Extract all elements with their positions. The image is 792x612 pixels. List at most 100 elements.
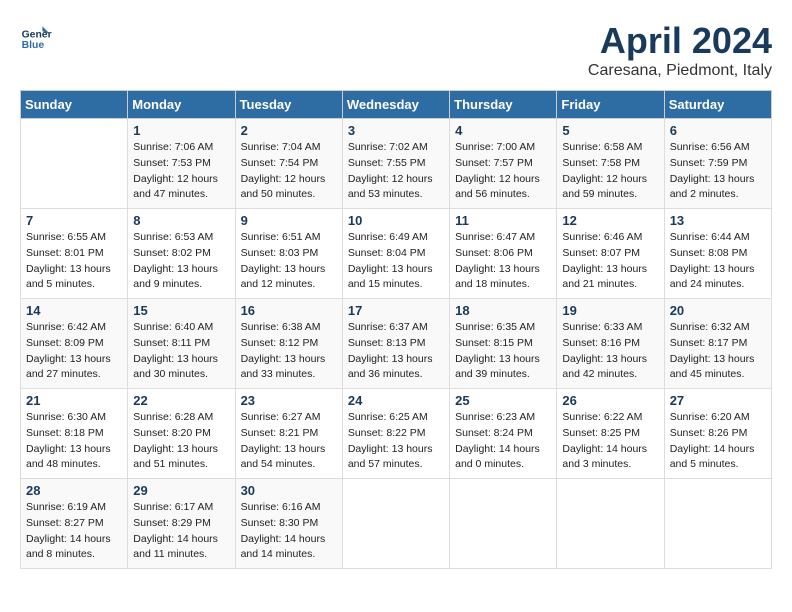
day-number: 18 xyxy=(455,303,551,318)
day-info: Sunrise: 6:32 AMSunset: 8:17 PMDaylight:… xyxy=(670,320,766,383)
day-number: 16 xyxy=(241,303,337,318)
day-number: 27 xyxy=(670,393,766,408)
day-number: 3 xyxy=(348,123,444,138)
svg-text:Blue: Blue xyxy=(22,40,45,51)
day-info: Sunrise: 6:16 AMSunset: 8:30 PMDaylight:… xyxy=(241,500,337,563)
day-info: Sunrise: 6:44 AMSunset: 8:08 PMDaylight:… xyxy=(670,230,766,293)
day-header-friday: Friday xyxy=(557,91,664,119)
day-header-wednesday: Wednesday xyxy=(342,91,449,119)
day-number: 5 xyxy=(562,123,658,138)
day-info: Sunrise: 6:55 AMSunset: 8:01 PMDaylight:… xyxy=(26,230,122,293)
day-info: Sunrise: 6:51 AMSunset: 8:03 PMDaylight:… xyxy=(241,230,337,293)
day-info: Sunrise: 6:58 AMSunset: 7:58 PMDaylight:… xyxy=(562,140,658,203)
calendar-cell: 14 Sunrise: 6:42 AMSunset: 8:09 PMDayligh… xyxy=(21,299,128,389)
logo: General Blue xyxy=(20,20,52,52)
calendar-cell: 18 Sunrise: 6:35 AMSunset: 8:15 PMDayligh… xyxy=(450,299,557,389)
day-info: Sunrise: 6:19 AMSunset: 8:27 PMDaylight:… xyxy=(26,500,122,563)
calendar-cell: 20 Sunrise: 6:32 AMSunset: 8:17 PMDayligh… xyxy=(664,299,771,389)
day-info: Sunrise: 6:25 AMSunset: 8:22 PMDaylight:… xyxy=(348,410,444,473)
day-info: Sunrise: 6:27 AMSunset: 8:21 PMDaylight:… xyxy=(241,410,337,473)
calendar-cell: 16 Sunrise: 6:38 AMSunset: 8:12 PMDayligh… xyxy=(235,299,342,389)
calendar-cell: 2 Sunrise: 7:04 AMSunset: 7:54 PMDaylight… xyxy=(235,119,342,209)
day-info: Sunrise: 6:47 AMSunset: 8:06 PMDaylight:… xyxy=(455,230,551,293)
day-number: 28 xyxy=(26,483,122,498)
calendar-cell: 4 Sunrise: 7:00 AMSunset: 7:57 PMDaylight… xyxy=(450,119,557,209)
day-header-thursday: Thursday xyxy=(450,91,557,119)
day-info: Sunrise: 6:17 AMSunset: 8:29 PMDaylight:… xyxy=(133,500,229,563)
calendar-cell: 13Sunrise: 6:44 AMSunset: 8:08 PMDayligh… xyxy=(664,209,771,299)
week-row-2: 7 Sunrise: 6:55 AMSunset: 8:01 PMDaylight… xyxy=(21,209,772,299)
calendar-cell: 17 Sunrise: 6:37 AMSunset: 8:13 PMDayligh… xyxy=(342,299,449,389)
day-number: 8 xyxy=(133,213,229,228)
calendar-cell: 21Sunrise: 6:30 AMSunset: 8:18 PMDayligh… xyxy=(21,389,128,479)
week-row-5: 28 Sunrise: 6:19 AMSunset: 8:27 PMDayligh… xyxy=(21,479,772,569)
calendar-cell: 3Sunrise: 7:02 AMSunset: 7:55 PMDaylight… xyxy=(342,119,449,209)
calendar-cell: 22Sunrise: 6:28 AMSunset: 8:20 PMDayligh… xyxy=(128,389,235,479)
day-info: Sunrise: 6:20 AMSunset: 8:26 PMDaylight:… xyxy=(670,410,766,473)
day-number: 4 xyxy=(455,123,551,138)
calendar-cell: 28 Sunrise: 6:19 AMSunset: 8:27 PMDayligh… xyxy=(21,479,128,569)
calendar-cell xyxy=(664,479,771,569)
day-info: Sunrise: 6:28 AMSunset: 8:20 PMDaylight:… xyxy=(133,410,229,473)
week-row-4: 21Sunrise: 6:30 AMSunset: 8:18 PMDayligh… xyxy=(21,389,772,479)
day-number: 21 xyxy=(26,393,122,408)
day-info: Sunrise: 6:40 AMSunset: 8:11 PMDaylight:… xyxy=(133,320,229,383)
calendar-cell xyxy=(450,479,557,569)
day-info: Sunrise: 6:23 AMSunset: 8:24 PMDaylight:… xyxy=(455,410,551,473)
day-number: 20 xyxy=(670,303,766,318)
day-info: Sunrise: 7:00 AMSunset: 7:57 PMDaylight:… xyxy=(455,140,551,203)
title-block: April 2024 Caresana, Piedmont, Italy xyxy=(588,20,772,80)
day-number: 15 xyxy=(133,303,229,318)
calendar-cell: 30 Sunrise: 6:16 AMSunset: 8:30 PMDayligh… xyxy=(235,479,342,569)
calendar-cell: 15 Sunrise: 6:40 AMSunset: 8:11 PMDayligh… xyxy=(128,299,235,389)
calendar-cell xyxy=(21,119,128,209)
day-number: 12 xyxy=(562,213,658,228)
day-number: 30 xyxy=(241,483,337,498)
day-info: Sunrise: 6:35 AMSunset: 8:15 PMDaylight:… xyxy=(455,320,551,383)
day-info: Sunrise: 6:42 AMSunset: 8:09 PMDaylight:… xyxy=(26,320,122,383)
page-header: General Blue April 2024 Caresana, Piedmo… xyxy=(20,20,772,80)
day-header-sunday: Sunday xyxy=(21,91,128,119)
day-number: 9 xyxy=(241,213,337,228)
day-info: Sunrise: 6:37 AMSunset: 8:13 PMDaylight:… xyxy=(348,320,444,383)
calendar-cell: 26Sunrise: 6:22 AMSunset: 8:25 PMDayligh… xyxy=(557,389,664,479)
calendar-cell xyxy=(557,479,664,569)
week-row-3: 14 Sunrise: 6:42 AMSunset: 8:09 PMDayligh… xyxy=(21,299,772,389)
day-header-saturday: Saturday xyxy=(664,91,771,119)
day-number: 11 xyxy=(455,213,551,228)
calendar-cell: 6Sunrise: 6:56 AMSunset: 7:59 PMDaylight… xyxy=(664,119,771,209)
day-info: Sunrise: 6:38 AMSunset: 8:12 PMDaylight:… xyxy=(241,320,337,383)
calendar-cell: 12Sunrise: 6:46 AMSunset: 8:07 PMDayligh… xyxy=(557,209,664,299)
day-info: Sunrise: 6:33 AMSunset: 8:16 PMDaylight:… xyxy=(562,320,658,383)
day-number: 17 xyxy=(348,303,444,318)
day-header-monday: Monday xyxy=(128,91,235,119)
day-info: Sunrise: 6:49 AMSunset: 8:04 PMDaylight:… xyxy=(348,230,444,293)
calendar-cell: 1 Sunrise: 7:06 AMSunset: 7:53 PMDaylight… xyxy=(128,119,235,209)
calendar-cell: 8 Sunrise: 6:53 AMSunset: 8:02 PMDaylight… xyxy=(128,209,235,299)
month-title: April 2024 xyxy=(588,20,772,62)
calendar-cell: 19 Sunrise: 6:33 AMSunset: 8:16 PMDayligh… xyxy=(557,299,664,389)
calendar-cell: 27 Sunrise: 6:20 AMSunset: 8:26 PMDayligh… xyxy=(664,389,771,479)
calendar-cell: 10Sunrise: 6:49 AMSunset: 8:04 PMDayligh… xyxy=(342,209,449,299)
day-info: Sunrise: 7:06 AMSunset: 7:53 PMDaylight:… xyxy=(133,140,229,203)
day-number: 14 xyxy=(26,303,122,318)
calendar-table: SundayMondayTuesdayWednesdayThursdayFrid… xyxy=(20,90,772,569)
calendar-cell: 25Sunrise: 6:23 AMSunset: 8:24 PMDayligh… xyxy=(450,389,557,479)
calendar-header-row: SundayMondayTuesdayWednesdayThursdayFrid… xyxy=(21,91,772,119)
day-number: 7 xyxy=(26,213,122,228)
day-number: 29 xyxy=(133,483,229,498)
day-number: 2 xyxy=(241,123,337,138)
calendar-cell: 5 Sunrise: 6:58 AMSunset: 7:58 PMDaylight… xyxy=(557,119,664,209)
day-number: 19 xyxy=(562,303,658,318)
calendar-cell: 23 Sunrise: 6:27 AMSunset: 8:21 PMDayligh… xyxy=(235,389,342,479)
calendar-cell xyxy=(342,479,449,569)
day-header-tuesday: Tuesday xyxy=(235,91,342,119)
day-info: Sunrise: 6:53 AMSunset: 8:02 PMDaylight:… xyxy=(133,230,229,293)
day-number: 23 xyxy=(241,393,337,408)
day-number: 24 xyxy=(348,393,444,408)
svg-text:General: General xyxy=(22,30,52,41)
day-number: 1 xyxy=(133,123,229,138)
day-info: Sunrise: 7:04 AMSunset: 7:54 PMDaylight:… xyxy=(241,140,337,203)
calendar-body: 1 Sunrise: 7:06 AMSunset: 7:53 PMDaylight… xyxy=(21,119,772,569)
logo-icon: General Blue xyxy=(20,20,52,52)
